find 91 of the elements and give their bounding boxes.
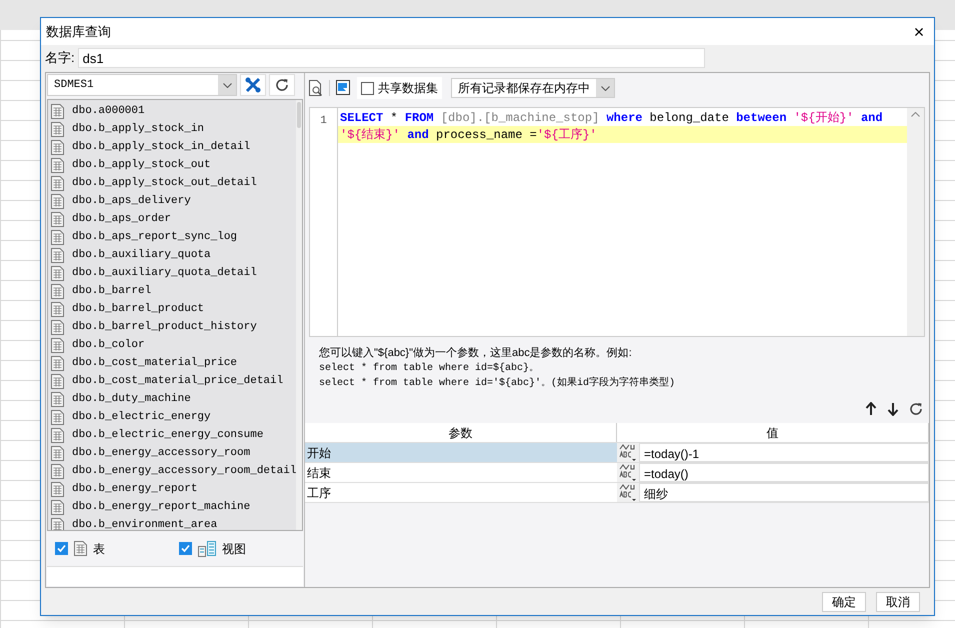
table-icon	[51, 194, 64, 208]
checkbox[interactable]	[179, 542, 192, 555]
preview-icon[interactable]	[309, 80, 323, 96]
table-icon	[51, 230, 64, 244]
window-title: 数据库查询	[46, 22, 111, 41]
table-icon	[51, 284, 64, 298]
tools-button[interactable]	[240, 74, 266, 96]
table-icon	[51, 176, 64, 190]
table-name[interactable]: dbo.b_apply_stock_out	[72, 156, 211, 174]
table-icon	[51, 356, 64, 370]
table-icon	[51, 482, 64, 496]
view-icon	[198, 540, 216, 556]
param-value[interactable]: =today()-1	[639, 443, 929, 462]
table-name[interactable]: dbo.b_barrel_product_history	[72, 318, 257, 336]
type-icon[interactable]	[619, 484, 637, 502]
tools-icon	[245, 77, 261, 93]
line-number: 1	[320, 115, 327, 127]
checkbox[interactable]	[361, 82, 374, 94]
table-name[interactable]: dbo.b_energy_accessory_room_detail	[72, 462, 296, 480]
chevron-down-icon	[600, 86, 610, 90]
connection-select[interactable]: SDMES1	[47, 74, 237, 96]
table-icon	[51, 122, 64, 136]
table-name[interactable]: dbo.b_cost_material_price_detail	[72, 372, 284, 390]
storage-select[interactable]: 所有记录都保存在内存中	[451, 78, 615, 98]
type-icon[interactable]	[619, 444, 637, 462]
table-icon	[51, 392, 64, 406]
table-icon	[51, 248, 64, 262]
column-header: 参数	[305, 423, 617, 442]
table-name[interactable]: dbo.b_environment_area	[72, 516, 218, 530]
save-icon[interactable]	[336, 80, 351, 96]
table-name[interactable]: dbo.b_electric_energy	[72, 408, 211, 426]
table-name[interactable]: dbo.b_apply_stock_out_detail	[72, 174, 257, 192]
filter-label: 视图	[222, 540, 246, 558]
param-value[interactable]: =today()	[639, 463, 929, 482]
example-text: select * from table where id=${abc}。	[319, 362, 540, 376]
table-name[interactable]: dbo.b_barrel_product	[72, 300, 204, 318]
code-line: SELECT * FROM [dbo].[b_machine_stop] where belong_date between '${开始}' and	[339, 110, 884, 126]
column-header: 值	[617, 423, 929, 442]
table-name[interactable]: dbo.b_electric_energy_consume	[72, 426, 264, 444]
param-name[interactable]: 开始	[305, 443, 617, 462]
table-name[interactable]: dbo.b_aps_report_sync_log	[72, 228, 238, 246]
table-icon	[51, 446, 64, 460]
dialog-button[interactable]: 确定	[822, 592, 866, 612]
table-icon	[51, 266, 64, 280]
name-label: 名字:	[45, 49, 75, 68]
hint-text: 您可以键入"${abc}"做为一个参数，这里abc是参数的名称。例如:	[319, 346, 633, 361]
table-icon	[51, 374, 64, 388]
table-icon	[74, 541, 87, 556]
table-icon	[51, 320, 64, 334]
table-name[interactable]: dbo.b_apply_stock_in_detail	[72, 138, 250, 156]
table-icon	[51, 212, 64, 226]
table-name[interactable]: dbo.b_cost_material_price	[72, 354, 238, 372]
name-field[interactable]: ds1	[78, 48, 705, 68]
example-text: select * from table where id='${abc}'。(如果id字段为字符串类型)	[319, 376, 676, 391]
table-name[interactable]: dbo.b_duty_machine	[72, 390, 191, 408]
table-icon	[51, 428, 64, 442]
close-button[interactable]: ×	[904, 18, 934, 45]
refresh-button[interactable]	[269, 74, 295, 96]
arrow-down-icon[interactable]	[887, 402, 899, 416]
type-icon[interactable]	[619, 464, 637, 482]
table-name[interactable]: dbo.b_energy_report_machine	[72, 498, 250, 516]
refresh-icon	[275, 78, 289, 92]
table-icon	[51, 302, 64, 316]
dialog-button[interactable]: 取消	[876, 592, 920, 612]
table-icon	[51, 338, 64, 352]
table-name[interactable]: dbo.b_apply_stock_in	[72, 120, 204, 138]
table-name[interactable]: dbo.a000001	[72, 102, 145, 120]
filter-label: 表	[93, 540, 105, 558]
table-name[interactable]: dbo.b_aps_delivery	[72, 192, 191, 210]
share-dataset-label: 共享数据集	[378, 80, 438, 97]
table-name[interactable]: dbo.b_auxiliary_quota_detail	[72, 264, 257, 282]
table-icon	[51, 410, 64, 424]
chevron-down-icon	[222, 82, 232, 88]
table-icon	[51, 464, 64, 478]
param-value[interactable]: 细纱	[639, 483, 929, 502]
table-icon	[51, 158, 64, 172]
table-icon	[51, 104, 64, 118]
refresh-icon[interactable]	[909, 402, 923, 416]
checkbox[interactable]	[55, 542, 68, 555]
scroll-up-icon[interactable]	[911, 112, 920, 117]
table-name[interactable]: dbo.b_aps_order	[72, 210, 172, 228]
sql-editor[interactable]: 1 SELECT * FROM [dbo].[b_machine_stop] where belong_date between '${开始}' and '${结束}' and process_name ='${工序}'	[309, 107, 925, 337]
table-name[interactable]: dbo.b_auxiliary_quota	[72, 246, 211, 264]
table-name[interactable]: dbo.b_energy_report	[72, 480, 198, 498]
table-name[interactable]: dbo.b_barrel	[72, 282, 152, 300]
scrollbar-thumb[interactable]	[297, 102, 301, 128]
table-name[interactable]: dbo.b_energy_accessory_room	[72, 444, 250, 462]
arrow-up-icon[interactable]	[865, 402, 877, 416]
table-icon	[51, 140, 64, 154]
table-name[interactable]: dbo.b_color	[72, 336, 145, 354]
table-icon	[51, 500, 64, 514]
